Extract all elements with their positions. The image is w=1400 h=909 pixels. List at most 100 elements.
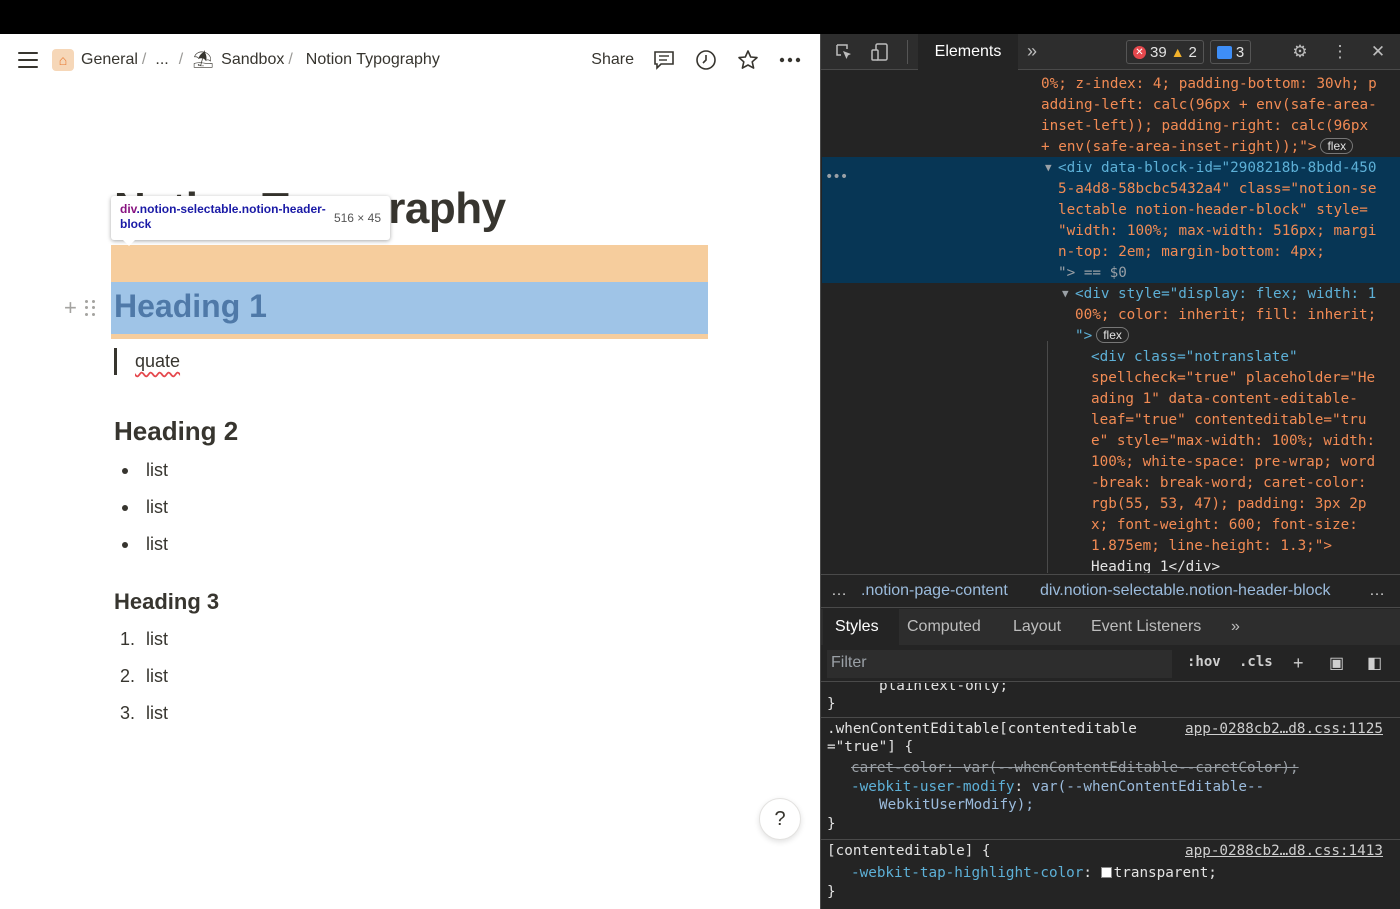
bullet-list-item[interactable]: list — [122, 534, 168, 555]
breadcrumb-sandbox[interactable]: Sandbox — [221, 51, 284, 69]
expand-triangle-icon[interactable]: ▼ — [1062, 284, 1069, 305]
rule-selector[interactable]: ="true"] { — [827, 738, 913, 757]
help-button[interactable]: ? — [759, 798, 801, 840]
stylesheet-link[interactable]: app-0288cb2…d8.css:1125 — [1185, 720, 1383, 739]
breadcrumb-separator: / — [141, 51, 147, 68]
dom-line: spellcheck="true" placeholder="He — [1091, 370, 1376, 386]
dom-line: x; font-weight: 600; font-size: — [1091, 517, 1358, 533]
breadcrumb-ellipsis[interactable]: ... — [155, 51, 168, 69]
bullet-list-item[interactable]: list — [122, 497, 168, 518]
tab-event-listeners[interactable]: Event Listeners — [1091, 618, 1201, 636]
dom-line: adding-left: calc(96px + env(safe-area- — [1041, 97, 1377, 113]
filter-input[interactable]: Filter — [827, 650, 1172, 678]
rule-selector[interactable]: .whenContentEditable[contenteditable — [827, 720, 1137, 739]
dom-breadcrumb-item[interactable]: ​.notion-page-content — [861, 582, 1008, 600]
style-property[interactable]: -webkit-user-modify: var(--whenContentEd… — [851, 778, 1264, 797]
numbered-list-item[interactable]: 1. list — [120, 629, 168, 650]
bullet-icon — [122, 467, 128, 474]
block-handle: + — [64, 297, 95, 319]
flex-badge[interactable]: flex — [1320, 138, 1354, 154]
settings-gear-icon[interactable]: ⚙ — [1289, 42, 1311, 62]
dom-line: -break: break-word; caret-color: — [1091, 475, 1367, 491]
inspect-tooltip: div.notion-selectable.notion-header-bloc… — [111, 196, 390, 246]
style-line: } — [827, 884, 836, 900]
messages-counter[interactable]: 3 — [1209, 40, 1252, 64]
paint-roller-icon[interactable]: ▣ — [1329, 653, 1344, 673]
heading-2-block[interactable]: Heading 2 — [114, 416, 238, 447]
dom-line[interactable]: <div style="display: flex; width: 1 — [1075, 284, 1376, 305]
dom-breadcrumb: … ​.notion-page-content div.notion-selec… — [821, 574, 1400, 608]
close-devtools-icon[interactable]: ✕ — [1367, 42, 1389, 62]
devtools-toolbar: Elements » ✕ 39 ▲ 2 3 ⚙ ⋮ ✕ — [821, 34, 1400, 70]
breadcrumb-separator: / — [178, 51, 184, 68]
inspect-element-icon[interactable] — [833, 42, 855, 62]
node-ellipsis-icon[interactable]: ••• — [825, 167, 848, 188]
dom-line: rgb(55, 53, 47); padding: 3px 2p — [1091, 496, 1367, 512]
tab-computed[interactable]: Computed — [907, 618, 981, 636]
dom-line: ading 1" data-content-editable- — [1091, 391, 1358, 407]
dom-line: inset-left)); padding-right: calc(96px — [1041, 118, 1369, 134]
dom-line: lectable notion-header-block" style= — [1058, 202, 1368, 218]
drag-handle-icon[interactable] — [84, 300, 95, 316]
breadcrumb-separator: / — [288, 51, 293, 68]
stylesheet-link[interactable]: app-0288cb2…d8.css:1413 — [1185, 842, 1383, 861]
new-style-rule-icon[interactable]: + — [1293, 653, 1304, 674]
kebab-menu-icon[interactable]: ⋮ — [1329, 42, 1351, 62]
tree-guide-line — [1047, 341, 1048, 573]
expand-triangle-icon[interactable]: ▼ — [1045, 158, 1052, 179]
style-property-overridden[interactable]: caret-color: var(--whenContentEditable--… — [851, 759, 1299, 778]
hov-toggle[interactable]: :hov — [1187, 654, 1221, 670]
star-icon[interactable] — [736, 48, 760, 72]
issue-counters[interactable]: ✕ 39 ▲ 2 3 — [1126, 40, 1252, 64]
quote-block[interactable]: quate — [135, 351, 180, 372]
breadcrumb-scroll-left[interactable]: … — [831, 582, 847, 600]
breadcrumb-current-page[interactable]: Notion Typography — [306, 51, 440, 69]
dom-breadcrumb-item-selected[interactable]: div.notion-selectable.notion-header-bloc… — [1040, 582, 1331, 600]
styles-tabbar: Styles Computed Layout Event Listeners » — [821, 609, 1400, 645]
bullet-icon — [122, 504, 128, 511]
numbered-list-item[interactable]: 2. list — [120, 666, 168, 687]
heading-3-block[interactable]: Heading 3 — [114, 589, 219, 615]
tab-styles[interactable]: Styles — [835, 618, 879, 636]
flex-badge[interactable]: flex — [1096, 327, 1129, 343]
breadcrumb-general[interactable]: General — [81, 51, 138, 69]
tab-layout[interactable]: Layout — [1013, 618, 1061, 636]
rule-separator — [821, 839, 1400, 840]
numbered-list-item[interactable]: 3. list — [120, 703, 168, 724]
topbar-actions: Share — [591, 48, 802, 72]
menu-icon[interactable] — [18, 52, 38, 68]
dom-line: 100%; white-space: pre-wrap; word — [1091, 454, 1376, 470]
breadcrumb-scroll-right[interactable]: … — [1369, 582, 1385, 600]
more-tabs-icon[interactable]: » — [1231, 618, 1240, 636]
dom-line-selected[interactable]: <div data-block-id="2908218b-8bdd-450 — [1058, 158, 1376, 179]
message-icon — [1216, 45, 1232, 59]
style-property[interactable]: -webkit-tap-highlight-color: transparent… — [851, 864, 1217, 883]
bullet-list-item[interactable]: list — [122, 460, 168, 481]
cls-toggle[interactable]: .cls — [1239, 654, 1273, 670]
toggle-sidebar-icon[interactable]: ◧ — [1367, 653, 1382, 673]
heading-1-block[interactable]: Heading 1 — [114, 288, 267, 325]
page-content: Notion Typography + Heading 1 div.notion… — [0, 86, 820, 909]
dom-line: "> flex — [1075, 326, 1129, 347]
more-tabs-icon[interactable]: » — [1027, 41, 1037, 62]
home-icon: ⌂ — [52, 49, 74, 71]
errors-counter[interactable]: ✕ 39 ▲ 2 — [1126, 40, 1204, 64]
add-block-icon[interactable]: + — [64, 297, 77, 319]
more-options-icon[interactable] — [778, 48, 802, 72]
color-swatch-icon[interactable] — [1100, 867, 1112, 878]
history-clock-icon[interactable] — [694, 48, 718, 72]
dom-line: Heading 1</div> — [1091, 559, 1221, 573]
toolbar-divider — [907, 40, 908, 64]
share-button[interactable]: Share — [591, 51, 634, 69]
dom-line[interactable]: <div class="notranslate" — [1091, 347, 1298, 368]
style-line: } — [827, 816, 836, 832]
tab-elements[interactable]: Elements — [918, 34, 1018, 70]
notion-topbar: ⌂ General / ... / ⛱ Sandbox / Notion Typ… — [0, 34, 820, 86]
dom-line: n-top: 2em; margin-bottom: 4px; — [1058, 244, 1325, 260]
dom-line: "width: 100%; max-width: 516px; margi — [1058, 223, 1377, 239]
comment-icon[interactable] — [652, 48, 676, 72]
dom-line: 1.875em; line-height: 1.3;"> — [1091, 538, 1333, 554]
device-toolbar-icon[interactable] — [869, 42, 891, 62]
tooltip-selector: div.notion-selectable.notion-header-bloc… — [120, 202, 326, 231]
rule-selector[interactable]: [contenteditable] { — [827, 842, 991, 861]
